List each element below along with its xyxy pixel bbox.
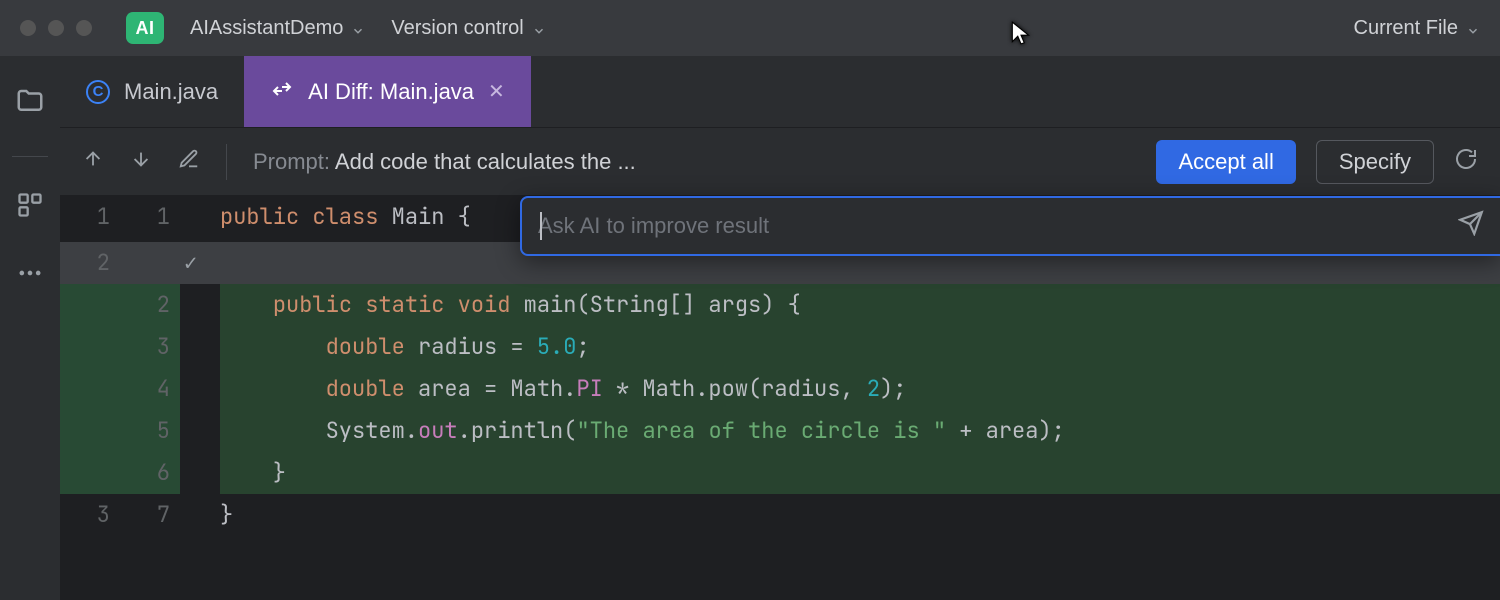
ai-improve-popup	[520, 196, 1500, 256]
code-line: double radius = 5.0;	[220, 326, 1500, 368]
chevron-down-icon	[1466, 21, 1480, 35]
traffic-max[interactable]	[76, 20, 92, 36]
gutter-right: 7	[120, 494, 180, 536]
code-line: }	[220, 494, 1500, 536]
gutter-marker	[180, 452, 220, 494]
gutter-left	[60, 284, 120, 326]
diff-toolbar: Prompt: Add code that calculates the ...…	[60, 128, 1500, 196]
gutter-marker	[180, 326, 220, 368]
editor-area: C Main.java AI Diff: Main.java ✕	[60, 56, 1500, 600]
run-scope-label: Current File	[1354, 17, 1458, 40]
vcs-label: Version control	[391, 17, 523, 40]
gutter-right: 5	[120, 410, 180, 452]
gutter-right: 1	[120, 196, 180, 242]
gutter-right: 3	[120, 326, 180, 368]
gutter-marker	[180, 196, 220, 242]
project-selector[interactable]: AIAssistantDemo	[190, 17, 365, 40]
gutter-right: 4	[120, 368, 180, 410]
prompt-prefix: Prompt:	[253, 149, 335, 174]
toolbar-separator	[226, 144, 227, 180]
gutter-left	[60, 368, 120, 410]
gutter-left	[60, 452, 120, 494]
run-scope-selector[interactable]: Current File	[1354, 17, 1480, 40]
gutter-right	[120, 242, 180, 284]
prompt-display: Prompt: Add code that calculates the ...	[253, 149, 636, 175]
send-icon[interactable]	[1458, 210, 1484, 242]
code-line: System.out.println("The area of the circ…	[220, 410, 1500, 452]
code-line: public static void main(String[] args) {	[220, 284, 1500, 326]
traffic-close[interactable]	[20, 20, 36, 36]
project-name: AIAssistantDemo	[190, 17, 343, 40]
prompt-text: Add code that calculates the ...	[335, 149, 636, 174]
text-caret	[540, 212, 542, 240]
close-tab-icon[interactable]: ✕	[488, 79, 505, 104]
gutter-marker	[180, 410, 220, 452]
ai-badge-icon: AI	[126, 12, 164, 44]
editor-tab-strip: C Main.java AI Diff: Main.java ✕	[60, 56, 1500, 128]
edit-icon[interactable]	[178, 148, 200, 176]
tab-label: Main.java	[124, 79, 218, 105]
gutter-left: 2	[60, 242, 120, 284]
accept-all-button[interactable]: Accept all	[1156, 140, 1295, 184]
editor-wrap: 1 1 public class Main { 2 ✓ 2	[60, 196, 1500, 600]
gutter-left: 1	[60, 196, 120, 242]
specify-button[interactable]: Specify	[1316, 140, 1434, 184]
tab-ai-diff[interactable]: AI Diff: Main.java ✕	[244, 56, 531, 127]
code-line: double area = Math.PI * Math.pow(radius,…	[220, 368, 1500, 410]
gutter-right: 2	[120, 284, 180, 326]
gutter-left	[60, 410, 120, 452]
reload-icon[interactable]	[1454, 147, 1478, 177]
structure-tool-icon[interactable]	[16, 191, 44, 225]
ai-improve-input[interactable]	[538, 213, 1444, 239]
tab-main-java[interactable]: C Main.java	[60, 56, 244, 127]
diff-icon	[270, 77, 294, 107]
chevron-down-icon	[351, 21, 365, 35]
java-class-icon: C	[86, 80, 110, 104]
project-tool-icon[interactable]	[15, 86, 45, 122]
gutter-left: 3	[60, 494, 120, 536]
gutter-marker	[180, 494, 220, 536]
prev-change-icon[interactable]	[82, 148, 104, 176]
chevron-down-icon	[532, 21, 546, 35]
traffic-min[interactable]	[48, 20, 64, 36]
rail-separator	[12, 156, 48, 157]
gutter-marker	[180, 284, 220, 326]
more-tool-icon[interactable]	[16, 259, 44, 293]
vcs-menu[interactable]: Version control	[391, 17, 545, 40]
gutter-left	[60, 326, 120, 368]
code-line: }	[220, 452, 1500, 494]
gutter-marker	[180, 368, 220, 410]
checkmark-icon: ✓	[180, 242, 220, 284]
gutter-right: 6	[120, 452, 180, 494]
tab-label: AI Diff: Main.java	[308, 79, 474, 105]
tool-window-rail	[0, 56, 60, 600]
window-traffic-lights	[20, 20, 92, 36]
next-change-icon[interactable]	[130, 148, 152, 176]
title-bar: AI AIAssistantDemo Version control Curre…	[0, 0, 1500, 56]
